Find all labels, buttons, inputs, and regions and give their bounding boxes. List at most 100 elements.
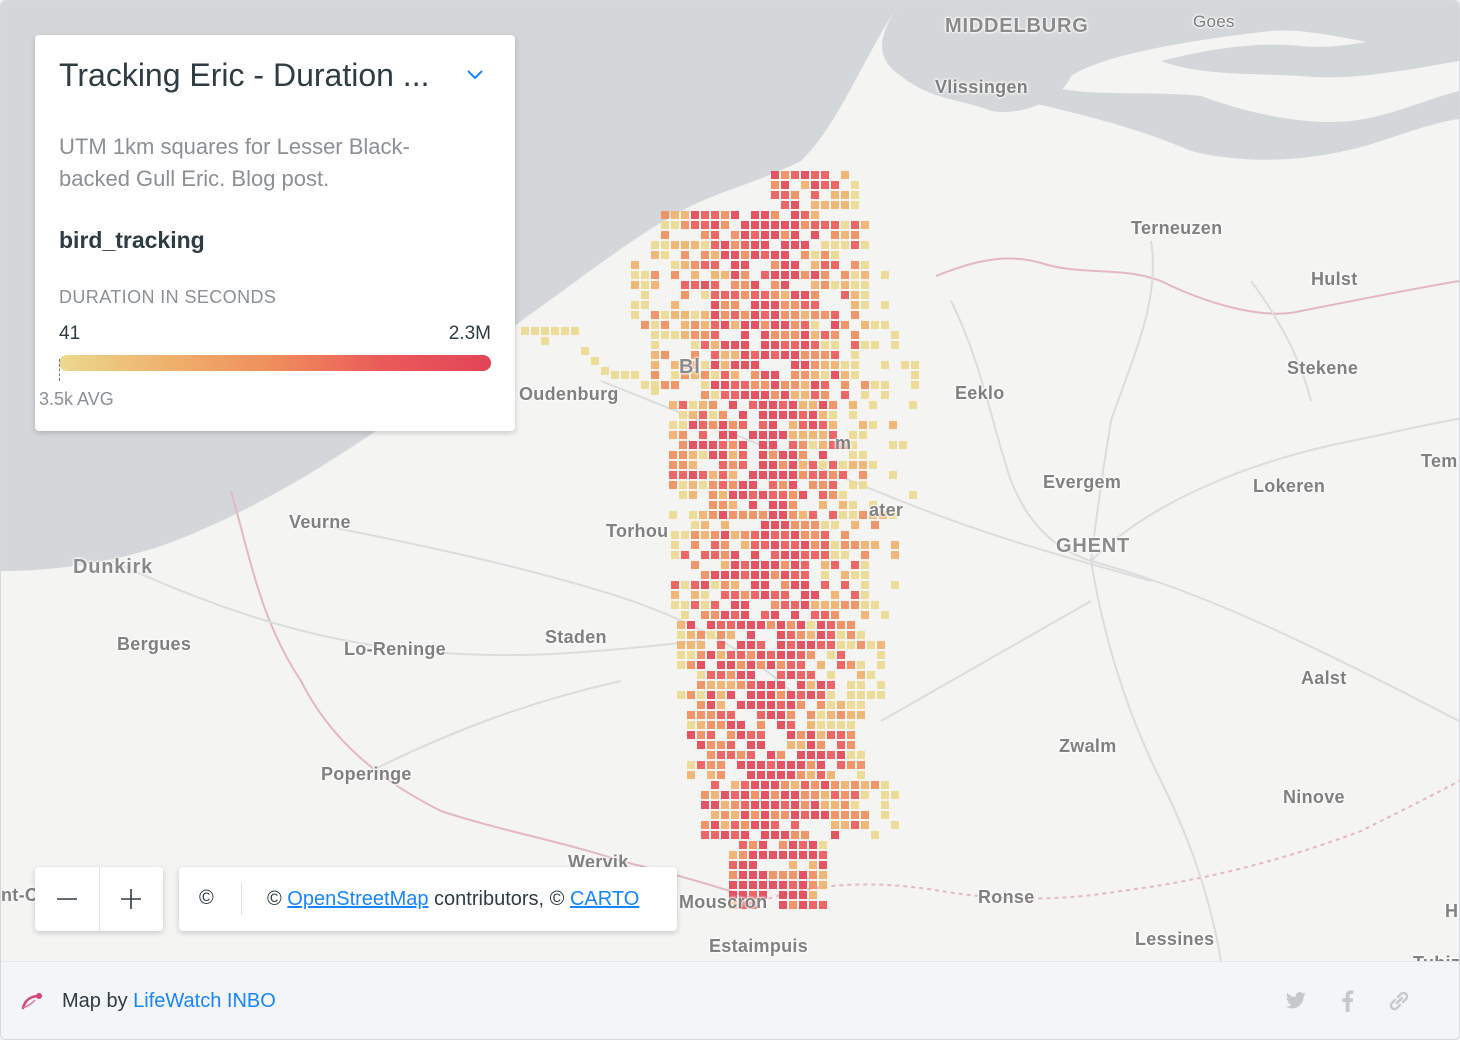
utm-square bbox=[791, 561, 799, 569]
link-icon[interactable] bbox=[1386, 988, 1412, 1014]
utm-square bbox=[741, 221, 749, 229]
utm-square bbox=[819, 441, 827, 449]
utm-square bbox=[841, 171, 849, 179]
utm-square bbox=[721, 351, 729, 359]
utm-square bbox=[841, 531, 849, 539]
author-link[interactable]: LifeWatch INBO bbox=[133, 990, 276, 1012]
utm-square bbox=[787, 651, 795, 659]
utm-square bbox=[747, 771, 755, 779]
utm-square bbox=[719, 501, 727, 509]
utm-square bbox=[821, 811, 829, 819]
utm-square bbox=[847, 631, 855, 639]
legend-min-value: 41 bbox=[59, 323, 81, 344]
utm-square bbox=[727, 661, 735, 669]
zoom-out-button[interactable] bbox=[35, 867, 100, 931]
utm-square bbox=[761, 321, 769, 329]
utm-square bbox=[779, 501, 787, 509]
utm-square bbox=[821, 521, 829, 529]
utm-square bbox=[701, 381, 709, 389]
utm-square bbox=[717, 661, 725, 669]
utm-square bbox=[807, 681, 815, 689]
utm-square bbox=[671, 531, 679, 539]
utm-square bbox=[807, 751, 815, 759]
utm-square bbox=[691, 591, 699, 599]
utm-square bbox=[849, 401, 857, 409]
utm-square bbox=[741, 251, 749, 259]
utm-square bbox=[741, 531, 749, 539]
utm-square bbox=[707, 731, 715, 739]
utm-square bbox=[819, 401, 827, 409]
utm-square bbox=[671, 241, 679, 249]
utm-square bbox=[817, 631, 825, 639]
utm-square bbox=[911, 361, 919, 369]
utm-square bbox=[877, 651, 885, 659]
utm-square bbox=[721, 221, 729, 229]
utm-square bbox=[809, 401, 817, 409]
utm-square bbox=[787, 621, 795, 629]
utm-square bbox=[727, 711, 735, 719]
utm-square bbox=[809, 481, 817, 489]
utm-square bbox=[791, 261, 799, 269]
utm-square bbox=[841, 321, 849, 329]
utm-square bbox=[799, 421, 807, 429]
utm-square bbox=[821, 171, 829, 179]
utm-square bbox=[789, 431, 797, 439]
facebook-icon[interactable] bbox=[1335, 988, 1361, 1014]
utm-square bbox=[751, 301, 759, 309]
utm-square bbox=[779, 401, 787, 409]
carto-link[interactable]: CARTO bbox=[570, 888, 639, 910]
utm-square bbox=[831, 541, 839, 549]
utm-square bbox=[857, 671, 865, 679]
utm-square bbox=[701, 391, 709, 399]
utm-square bbox=[827, 711, 835, 719]
utm-square bbox=[779, 411, 787, 419]
utm-square bbox=[681, 531, 689, 539]
utm-square bbox=[761, 371, 769, 379]
osm-link[interactable]: OpenStreetMap bbox=[287, 888, 428, 910]
utm-square bbox=[779, 901, 787, 909]
utm-square bbox=[799, 491, 807, 499]
utm-square bbox=[641, 291, 649, 299]
twitter-icon[interactable] bbox=[1283, 988, 1309, 1014]
utm-square bbox=[771, 191, 779, 199]
legend-panel: Tracking Eric - Duration ... UTM 1km squ… bbox=[35, 35, 515, 431]
utm-square bbox=[791, 301, 799, 309]
utm-square bbox=[859, 471, 867, 479]
utm-square bbox=[811, 181, 819, 189]
utm-square bbox=[731, 341, 739, 349]
utm-square bbox=[749, 401, 757, 409]
utm-square bbox=[711, 321, 719, 329]
utm-square bbox=[801, 301, 809, 309]
utm-square bbox=[861, 321, 869, 329]
chevron-down-icon[interactable] bbox=[465, 65, 485, 85]
utm-square bbox=[751, 791, 759, 799]
attribution-text: © OpenStreetMap contributors, © CARTO bbox=[267, 888, 639, 911]
utm-square bbox=[769, 491, 777, 499]
utm-square bbox=[751, 291, 759, 299]
utm-square bbox=[651, 311, 659, 319]
utm-square bbox=[751, 221, 759, 229]
utm-square bbox=[809, 861, 817, 869]
utm-square bbox=[871, 521, 879, 529]
utm-square bbox=[741, 341, 749, 349]
utm-square bbox=[771, 271, 779, 279]
utm-square bbox=[751, 321, 759, 329]
utm-square bbox=[787, 761, 795, 769]
utm-square bbox=[721, 821, 729, 829]
utm-square bbox=[827, 671, 835, 679]
zoom-in-button[interactable] bbox=[99, 867, 163, 931]
utm-square bbox=[661, 241, 669, 249]
utm-square bbox=[801, 391, 809, 399]
copyright-icon[interactable]: © bbox=[199, 887, 214, 910]
utm-square bbox=[831, 611, 839, 619]
utm-square bbox=[679, 451, 687, 459]
utm-square bbox=[789, 891, 797, 899]
utm-square bbox=[811, 261, 819, 269]
utm-square bbox=[699, 481, 707, 489]
place-label-dunkirk: Dunkirk bbox=[73, 556, 154, 578]
utm-square bbox=[801, 381, 809, 389]
attribution-box: © © OpenStreetMap contributors, © CARTO bbox=[179, 867, 677, 931]
utm-square bbox=[771, 811, 779, 819]
utm-square bbox=[801, 551, 809, 559]
utm-square bbox=[781, 251, 789, 259]
